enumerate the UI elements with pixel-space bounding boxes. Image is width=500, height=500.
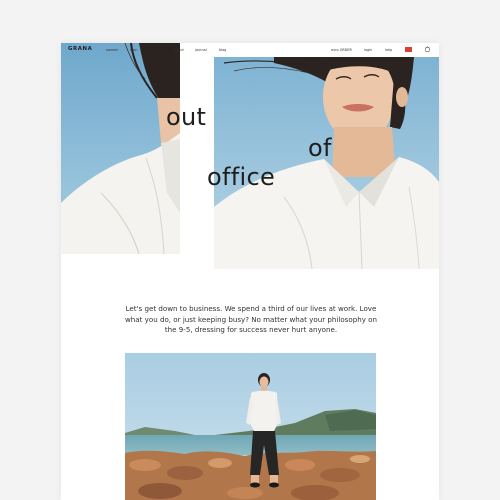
hero-word-out: out: [166, 103, 207, 131]
nav-link-blog[interactable]: blog: [219, 48, 226, 52]
nav-link-women[interactable]: women: [106, 48, 118, 52]
brand-logo[interactable]: GRANA: [68, 46, 92, 52]
flag-icon[interactable]: [405, 47, 412, 52]
hero-word-office: office: [207, 163, 276, 191]
intro-paragraph: Let's get down to business. We spend a t…: [124, 304, 377, 335]
hero-image-left: [61, 43, 180, 254]
nav-link-about[interactable]: about: [174, 48, 184, 52]
nav-link-men[interactable]: men: [130, 48, 138, 52]
nav-link-help[interactable]: help: [385, 48, 392, 52]
nav-link-order[interactable]: euro ORDER: [331, 48, 352, 52]
model-photo[interactable]: [125, 353, 376, 500]
hero-word-of: of: [308, 134, 332, 162]
nav-link-login[interactable]: login: [364, 48, 372, 52]
cart-icon[interactable]: [425, 46, 430, 52]
top-nav: GRANA women men about journal blog euro …: [61, 43, 439, 57]
page: GRANA women men about journal blog euro …: [61, 43, 439, 500]
nav-link-journal[interactable]: journal: [195, 48, 207, 52]
